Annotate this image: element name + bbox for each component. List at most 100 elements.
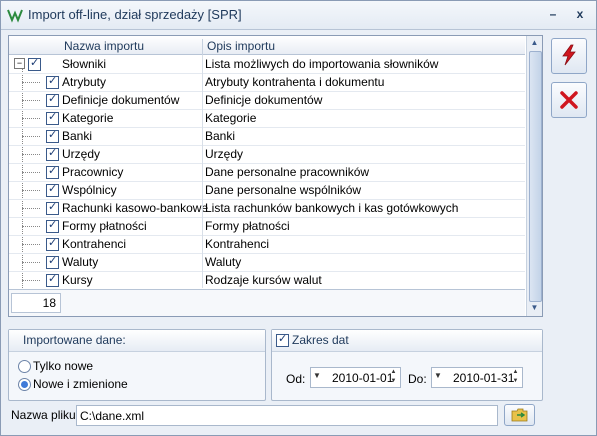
row-description: Lista możliwych do importowania słownikó… (205, 57, 439, 71)
tree-branch (22, 172, 40, 173)
red-x-icon (560, 91, 578, 109)
from-label: Od: (286, 372, 306, 386)
row-description: Waluty (205, 255, 242, 269)
tree-branch (22, 262, 40, 263)
scroll-thumb[interactable] (529, 51, 542, 302)
row-checkbox[interactable] (28, 56, 41, 71)
run-import-button[interactable] (551, 38, 587, 74)
vertical-scrollbar[interactable]: ▲ ▼ (526, 36, 542, 316)
file-name-label: Nazwa pliku: (11, 408, 80, 422)
cell-divider (202, 145, 203, 163)
scroll-down-icon[interactable]: ▼ (529, 303, 540, 314)
table-row[interactable]: Kontrahenci Kontrahenci (9, 235, 525, 254)
table-row[interactable]: Rachunki kasowo-bankoweLista rachunków b… (9, 199, 525, 218)
radio-only-new-label[interactable]: Tylko nowe (33, 359, 93, 373)
row-checkbox[interactable] (46, 254, 59, 269)
row-checkbox[interactable] (46, 92, 59, 107)
row-name: Wspólnicy (62, 183, 117, 197)
tree-branch (22, 118, 40, 119)
tree-branch (22, 226, 40, 227)
import-grid: Nazwa importu Opis importu − Słowniki List… (8, 35, 543, 317)
row-description: Lista rachunków bankowych i kas gotówkow… (205, 201, 459, 215)
to-date-field[interactable]: ▼ 2010-01-31 ▲ ▼ (431, 367, 523, 388)
folder-icon (511, 408, 528, 422)
dropdown-arrow-icon[interactable]: ▼ (434, 371, 442, 380)
radio-only-new[interactable] (18, 360, 31, 373)
to-label: Do: (408, 372, 427, 386)
close-button[interactable]: x (569, 5, 591, 23)
tree-branch (22, 154, 40, 155)
row-checkbox[interactable] (46, 128, 59, 143)
row-checkbox[interactable] (46, 182, 59, 197)
row-description: Definicje dokumentów (205, 93, 323, 107)
row-checkbox[interactable] (46, 218, 59, 233)
row-checkbox[interactable] (46, 272, 59, 287)
cell-divider (202, 55, 203, 73)
date-range-checkbox[interactable] (276, 332, 289, 347)
row-checkbox[interactable] (46, 200, 59, 215)
cell-divider (202, 73, 203, 91)
import-window: Import off-line, dział sprzedaży [SPR] –… (0, 0, 597, 436)
cell-divider (202, 271, 203, 288)
table-row[interactable]: Kategorie Kategorie (9, 109, 525, 128)
row-name: Rachunki kasowo-bankowe (62, 201, 209, 215)
row-name: Słowniki (62, 57, 107, 71)
column-header-name[interactable]: Nazwa importu (64, 39, 144, 53)
cell-divider (202, 235, 203, 253)
table-row[interactable]: Formy płatności Formy płatności (9, 217, 525, 236)
row-count-box: 18 (11, 293, 61, 313)
browse-file-button[interactable] (504, 404, 535, 426)
row-name: Kontrahenci (62, 237, 127, 251)
row-checkbox[interactable] (46, 74, 59, 89)
row-checkbox[interactable] (46, 164, 59, 179)
tree-branch (22, 280, 40, 281)
row-name: Definicje dokumentów (62, 93, 180, 107)
collapse-icon[interactable]: − (14, 58, 25, 69)
cell-divider (202, 253, 203, 271)
row-name: Banki (62, 129, 93, 143)
cell-divider (202, 199, 203, 217)
table-row[interactable]: Wspólnicy Dane personalne wspólników (9, 181, 525, 200)
row-checkbox[interactable] (46, 110, 59, 125)
row-checkbox[interactable] (46, 236, 59, 251)
cell-divider (202, 109, 203, 127)
table-row[interactable]: Urzędy Urzędy (9, 145, 525, 164)
column-header-description[interactable]: Opis importu (207, 39, 275, 53)
to-date-value: 2010-01-31 (453, 371, 515, 385)
cell-divider (202, 217, 203, 235)
imported-data-group: Importowane dane: Tylko nowe Nowe i zmie… (8, 329, 266, 401)
table-row[interactable]: Waluty Waluty (9, 253, 525, 272)
radio-new-and-changed[interactable] (18, 378, 31, 391)
date-range-title[interactable]: Zakres dat (292, 333, 349, 347)
spin-arrows-icon[interactable]: ▲ ▼ (510, 368, 521, 387)
table-row[interactable]: Atrybuty Atrybuty kontrahenta i dokumentu (9, 73, 525, 92)
date-range-legend: Zakres dat (272, 330, 542, 352)
table-row[interactable]: Banki Banki (9, 127, 525, 146)
minimize-button[interactable]: – (542, 5, 564, 23)
lightning-icon (562, 44, 576, 66)
radio-new-and-changed-label[interactable]: Nowe i zmienione (33, 377, 128, 391)
from-date-value: 2010-01-01 (332, 371, 394, 385)
row-name: Formy płatności (62, 219, 147, 233)
scroll-up-icon[interactable]: ▲ (529, 38, 540, 49)
row-description: Dane personalne pracowników (205, 165, 370, 179)
date-range-group: Zakres dat Od: ▼ 2010-01-01 ▲▼ Do: ▼ 201… (271, 329, 543, 401)
tree-branch (22, 208, 40, 209)
row-name: Kursy (62, 273, 93, 287)
tree-group-row[interactable]: − Słowniki Lista możliwych do importowania… (9, 55, 525, 74)
table-row[interactable]: Kursy Rodzaje kursów walut (9, 271, 525, 288)
title-bar: Import off-line, dział sprzedaży [SPR] –… (1, 1, 596, 30)
table-row[interactable]: Definicje dokumentów Definicje dokumentów (9, 91, 525, 110)
row-count: 18 (42, 296, 56, 310)
table-row[interactable]: Pracownicy Dane personalne pracowników (9, 163, 525, 182)
file-name-input[interactable]: C:\dane.xml (76, 405, 498, 426)
dropdown-arrow-icon[interactable]: ▼ (313, 371, 321, 380)
tree-branch (22, 190, 40, 191)
file-name-value: C:\dane.xml (80, 409, 145, 423)
row-description: Atrybuty kontrahenta i dokumentu (205, 75, 385, 89)
row-checkbox[interactable] (46, 146, 59, 161)
cancel-button[interactable] (551, 82, 587, 118)
grid-rows: − Słowniki Lista możliwych do importowania… (9, 55, 525, 288)
spin-arrows-icon[interactable]: ▲ ▼ (388, 368, 399, 387)
from-date-field[interactable]: ▼ 2010-01-01 ▲ ▼ (310, 367, 401, 388)
